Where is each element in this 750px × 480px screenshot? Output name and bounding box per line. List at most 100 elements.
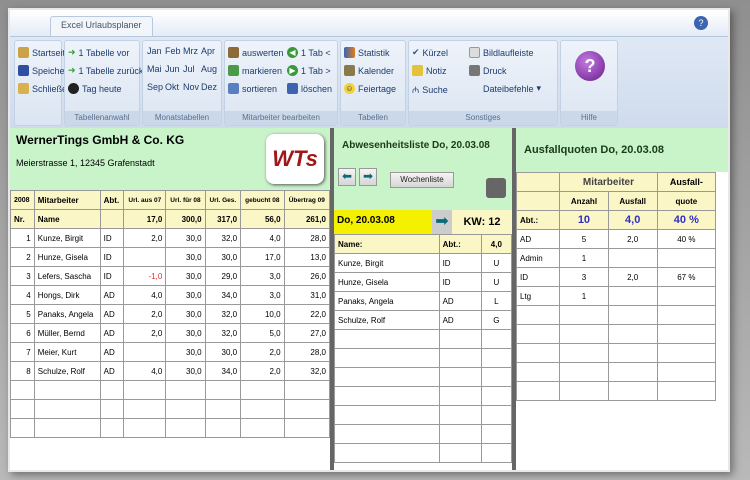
table-cell[interactable] [515, 172, 561, 192]
month-sep-button[interactable]: Sep [147, 82, 165, 92]
table-cell[interactable] [334, 443, 440, 463]
table-cell[interactable]: 2,0 [123, 228, 167, 248]
month-apr-button[interactable]: Apr [201, 46, 219, 56]
table-cell[interactable] [283, 418, 331, 438]
table-cell[interactable]: 1 [10, 228, 35, 248]
table-cell[interactable]: 6 [10, 323, 35, 343]
table-cell[interactable]: Name [33, 209, 101, 229]
help-icon[interactable]: ? [694, 16, 708, 30]
table-cell[interactable] [656, 286, 717, 306]
table-cell[interactable]: 30,0 [165, 228, 206, 248]
date-field[interactable]: Do, 20.03.08 [334, 210, 432, 234]
table-cell[interactable] [480, 424, 513, 444]
table-cell[interactable]: 4,0 [123, 361, 167, 381]
table-cell[interactable] [334, 367, 440, 387]
table-cell[interactable]: 5 [559, 229, 609, 249]
table-cell[interactable] [515, 343, 561, 363]
table-cell[interactable] [515, 305, 561, 325]
table-cell[interactable]: 2,0 [123, 323, 167, 343]
table-cell[interactable]: Mitarbeiter [33, 190, 101, 210]
table-cell[interactable]: 3,0 [240, 266, 285, 286]
dateibefehle-dropdown[interactable]: Dateibefehle ▾ [483, 83, 541, 94]
table-cell[interactable]: 26,0 [283, 266, 331, 286]
feiertage-button[interactable]: ☺ Feiertage [344, 83, 396, 94]
table-cell[interactable]: 2,0 [240, 342, 285, 362]
table-cell[interactable]: ID [438, 272, 482, 292]
table-cell[interactable]: Hongs, Dirk [33, 285, 101, 305]
table-cell[interactable]: ID [438, 253, 482, 273]
month-jul-button[interactable]: Jul [183, 64, 201, 74]
loeschen-button[interactable]: löschen [287, 83, 332, 94]
table-cell[interactable]: 1 [559, 248, 609, 268]
table-cell[interactable] [240, 418, 285, 438]
table-cell[interactable]: 2,0 [240, 361, 285, 381]
table-cell[interactable]: 13,0 [283, 247, 331, 267]
month-mrz-button[interactable]: Mrz [183, 46, 201, 56]
table-cell[interactable]: L [480, 291, 513, 311]
sortieren-button[interactable]: sortieren [228, 83, 277, 94]
table-cell[interactable]: Übertrag 09 [283, 190, 331, 210]
table-cell[interactable]: Url. aus 07 [123, 190, 167, 210]
table-cell[interactable]: Abt. [99, 190, 125, 210]
kuerzel-button[interactable]: ✔ Kürzel [412, 47, 448, 58]
table-cell[interactable] [99, 399, 125, 419]
table-cell[interactable] [656, 362, 717, 382]
table-cell[interactable]: Müller, Bernd [33, 323, 101, 343]
table-cell[interactable] [607, 381, 658, 401]
table-cell[interactable] [438, 443, 482, 463]
table-cell[interactable]: AD [438, 310, 482, 330]
table-cell[interactable]: Ausfall- [656, 172, 717, 192]
table-cell[interactable]: 2,0 [123, 304, 167, 324]
table-cell[interactable]: 10,0 [240, 304, 285, 324]
table-cell[interactable] [165, 399, 206, 419]
table-cell[interactable]: 34,0 [204, 361, 242, 381]
table-cell[interactable] [334, 329, 440, 349]
table-cell[interactable] [334, 424, 440, 444]
table-cell[interactable]: G [480, 310, 513, 330]
tabelle-vor-button[interactable]: ➜ 1 Tabelle vor [68, 47, 129, 58]
table-cell[interactable]: Hunze, Gisela [33, 247, 101, 267]
table-cell[interactable] [607, 286, 658, 306]
table-cell[interactable]: 32,0 [204, 323, 242, 343]
table-cell[interactable] [123, 380, 167, 400]
table-cell[interactable]: quote [656, 191, 717, 211]
table-cell[interactable] [33, 418, 101, 438]
table-cell[interactable] [656, 305, 717, 325]
table-cell[interactable]: 317,0 [204, 209, 242, 229]
table-cell[interactable]: Nr. [10, 209, 35, 229]
table-cell[interactable]: ID [515, 267, 561, 287]
help-button[interactable]: ? [575, 51, 605, 81]
table-cell[interactable] [607, 324, 658, 344]
table-cell[interactable]: 30,0 [165, 304, 206, 324]
table-cell[interactable]: 30,0 [204, 342, 242, 362]
month-mai-button[interactable]: Mai [147, 64, 165, 74]
table-cell[interactable] [438, 348, 482, 368]
table-cell[interactable]: Url. für 08 [165, 190, 206, 210]
table-cell[interactable]: Hunze, Gisela [334, 272, 440, 292]
table-cell[interactable]: 32,0 [283, 361, 331, 381]
table-cell[interactable]: gebucht 08 [240, 190, 285, 210]
table-cell[interactable]: Schulze, Rolf [33, 361, 101, 381]
table-cell[interactable] [480, 405, 513, 425]
table-cell[interactable]: 22,0 [283, 304, 331, 324]
table-cell[interactable]: ID [99, 228, 125, 248]
table-cell[interactable]: 2,0 [607, 267, 658, 287]
go-date-button[interactable]: ➡ [432, 210, 452, 234]
table-cell[interactable]: 34,0 [204, 285, 242, 305]
table-cell[interactable]: 2,0 [607, 229, 658, 249]
bildlaufleiste-button[interactable]: Bildlaufleiste [469, 47, 534, 58]
table-cell[interactable]: Kunze, Birgit [334, 253, 440, 273]
table-cell[interactable]: 4,0 [123, 285, 167, 305]
table-cell[interactable]: Schulze, Rolf [334, 310, 440, 330]
table-cell[interactable] [334, 405, 440, 425]
table-cell[interactable]: Admin [515, 248, 561, 268]
table-cell[interactable] [656, 343, 717, 363]
month-jan-button[interactable]: Jan [147, 46, 165, 56]
table-cell[interactable]: U [480, 253, 513, 273]
statistik-button[interactable]: Statistik [344, 47, 390, 58]
table-cell[interactable] [559, 324, 609, 344]
table-cell[interactable] [334, 386, 440, 406]
table-cell[interactable] [559, 362, 609, 382]
table-cell[interactable] [656, 248, 717, 268]
table-cell[interactable] [607, 305, 658, 325]
